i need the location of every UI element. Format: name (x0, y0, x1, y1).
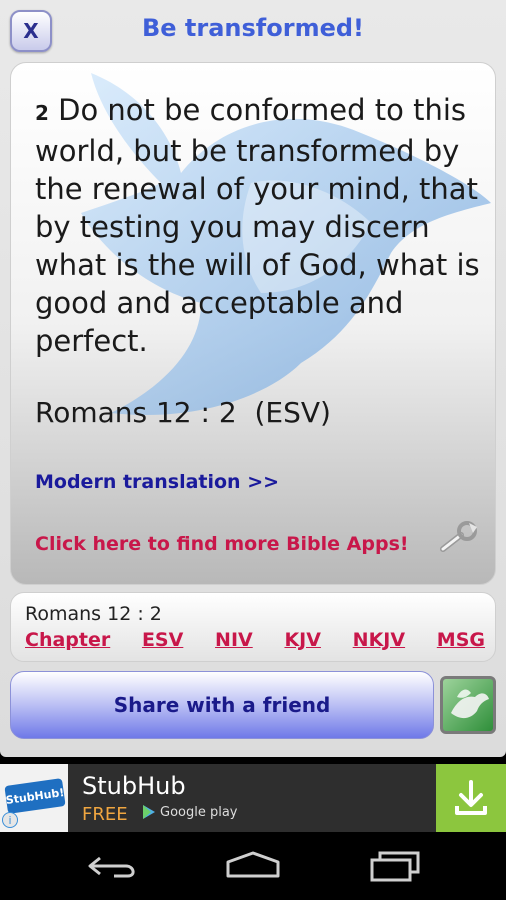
google-play-label: Google play (160, 804, 238, 820)
ad-info-icon[interactable]: i (2, 812, 18, 828)
verse-reference: Romans 12 : 2 (ESV) (35, 396, 331, 429)
ad-download-button[interactable] (436, 764, 506, 832)
system-navigation-bar (0, 832, 506, 900)
verse-number: 2 (35, 101, 49, 125)
chapter-nav-card: Romans 12 : 2 Chapter ESV NIV KJV NKJV M… (10, 592, 496, 662)
chapter-link[interactable]: Chapter (25, 629, 110, 651)
back-icon[interactable] (86, 852, 140, 880)
page-title: Be transformed! (142, 14, 364, 42)
more-bible-apps-link[interactable]: Click here to find more Bible Apps! (35, 533, 409, 555)
niv-link[interactable]: NIV (215, 629, 253, 651)
verse-card: 2 Do not be conformed to this world, but… (10, 62, 496, 585)
verse-text: 2 Do not be conformed to this world, but… (35, 91, 480, 360)
ad-price: FREE (82, 804, 128, 825)
close-button[interactable]: X (10, 10, 52, 52)
download-icon (455, 780, 487, 815)
dove-app-button[interactable] (440, 676, 496, 734)
translation-links: Chapter ESV NIV KJV NKJV MSG (25, 629, 485, 651)
modern-translation-link[interactable]: Modern translation >> (35, 471, 279, 493)
play-store-icon (143, 805, 155, 819)
msg-link[interactable]: MSG (437, 629, 485, 651)
verse-body: Do not be conformed to this world, but b… (35, 93, 480, 358)
recent-apps-icon[interactable] (368, 850, 422, 882)
nkjv-link[interactable]: NKJV (353, 629, 405, 651)
home-icon[interactable] (224, 850, 282, 880)
ad-banner[interactable]: StubHub! i StubHub FREE Google play (0, 764, 506, 832)
wrench-icon[interactable] (437, 521, 481, 555)
esv-link[interactable]: ESV (142, 629, 183, 651)
google-play-badge: Google play (142, 804, 238, 820)
ad-logo: StubHub! i (0, 764, 68, 832)
kjv-link[interactable]: KJV (284, 629, 321, 651)
share-button[interactable]: Share with a friend (10, 671, 434, 739)
app-screen: X Be transformed! 2 Do not be conformed … (0, 0, 506, 757)
ad-title: StubHub (82, 772, 186, 800)
nav-reference: Romans 12 : 2 (25, 603, 162, 625)
stubhub-logo: StubHub! (4, 778, 66, 814)
dove-icon (451, 689, 489, 719)
